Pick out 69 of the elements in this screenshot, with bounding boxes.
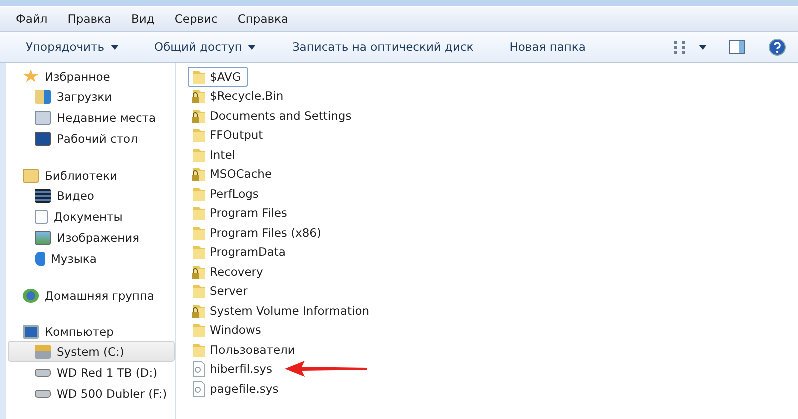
locked-folder-icon bbox=[192, 108, 206, 124]
nav-group[interactable]: Избранное bbox=[45, 70, 110, 84]
system-drive-icon bbox=[35, 344, 51, 358]
file-item[interactable]: PerfLogs bbox=[188, 184, 266, 204]
system-file-icon bbox=[192, 361, 206, 378]
drive-icon bbox=[35, 368, 51, 376]
file-item[interactable]: System Volume Information bbox=[188, 300, 377, 321]
menu-item[interactable]: Файл bbox=[16, 12, 48, 26]
locked-folder-icon bbox=[192, 88, 206, 104]
nav-item[interactable]: Изображения bbox=[8, 227, 175, 248]
locked-folder-icon bbox=[192, 302, 206, 319]
nav-group[interactable]: Библиотеки bbox=[45, 168, 118, 182]
folder-icon bbox=[192, 186, 206, 202]
nav-group[interactable]: Домашняя группа bbox=[45, 288, 155, 302]
file-item[interactable]: Program Files (x86) bbox=[188, 222, 328, 243]
drive-icon bbox=[35, 390, 51, 398]
pictures-icon bbox=[35, 230, 51, 244]
folder-icon bbox=[192, 146, 206, 163]
file-item[interactable]: Documents and Settings bbox=[188, 106, 359, 126]
folder-icon bbox=[192, 283, 206, 300]
nav-item[interactable]: Документы bbox=[8, 206, 175, 227]
file-item[interactable]: Recovery bbox=[188, 262, 270, 282]
file-item[interactable]: pagefile.sys bbox=[188, 378, 286, 399]
nav-item[interactable]: WD 500 Dubler (F:) bbox=[8, 383, 175, 404]
computer-icon bbox=[23, 324, 39, 338]
file-item[interactable]: Пользователи bbox=[188, 340, 302, 360]
file-item[interactable]: ProgramData bbox=[188, 242, 293, 262]
folder-icon bbox=[192, 68, 206, 85]
document-icon bbox=[35, 210, 48, 224]
toolbar-button[interactable]: Записать на оптический диск bbox=[284, 35, 482, 59]
folder-icon bbox=[192, 244, 206, 260]
folder-icon bbox=[192, 322, 206, 338]
file-item[interactable]: Server bbox=[188, 281, 255, 302]
menu-item[interactable]: Вид bbox=[132, 12, 155, 26]
preview-pane-icon[interactable] bbox=[729, 40, 745, 54]
menu-item[interactable]: Правка bbox=[68, 12, 112, 26]
file-item[interactable]: FFOutput bbox=[188, 125, 270, 146]
file-item[interactable]: Windows bbox=[188, 320, 268, 340]
help-icon[interactable] bbox=[769, 38, 786, 56]
nav-item[interactable]: Загрузки bbox=[8, 86, 175, 107]
file-item[interactable]: $AVG bbox=[188, 66, 248, 87]
system-file-icon bbox=[192, 380, 206, 397]
locked-folder-icon bbox=[192, 264, 206, 280]
file-item[interactable]: $Recycle.Bin bbox=[188, 86, 291, 106]
toolbar-button[interactable]: Новая папка bbox=[502, 35, 594, 59]
nav-group[interactable]: Компьютер bbox=[45, 324, 114, 338]
desktop-icon bbox=[35, 132, 51, 146]
view-options-icon[interactable] bbox=[673, 40, 687, 54]
file-item[interactable]: hiberfil.sys bbox=[188, 359, 280, 380]
file-item[interactable]: Intel bbox=[188, 144, 242, 165]
nav-item[interactable]: Рабочий стол bbox=[8, 128, 175, 149]
toolbar-button[interactable]: Общий доступ bbox=[146, 35, 264, 59]
nav-item[interactable]: System (C:) bbox=[8, 341, 175, 362]
nav-item[interactable]: Видео bbox=[8, 185, 175, 206]
nav-item[interactable]: Музыка bbox=[8, 248, 175, 269]
menu-item[interactable]: Справка bbox=[238, 12, 289, 26]
caret-icon[interactable] bbox=[699, 44, 707, 50]
menu-item[interactable]: Сервис bbox=[174, 12, 218, 26]
file-item[interactable]: Program Files bbox=[188, 203, 294, 224]
locked-folder-icon bbox=[192, 166, 206, 182]
video-icon bbox=[35, 188, 51, 202]
nav-item[interactable]: Недавние места bbox=[8, 107, 175, 128]
nav-item[interactable]: WD Red 1 TB (D:) bbox=[8, 362, 175, 383]
file-item[interactable]: MSOCache bbox=[188, 164, 280, 184]
folder-icon bbox=[192, 205, 206, 222]
folder-icon bbox=[192, 342, 206, 358]
folder-icon bbox=[192, 127, 206, 144]
toolbar-button[interactable]: Упорядочить bbox=[18, 35, 127, 59]
folder-icon bbox=[192, 224, 206, 241]
